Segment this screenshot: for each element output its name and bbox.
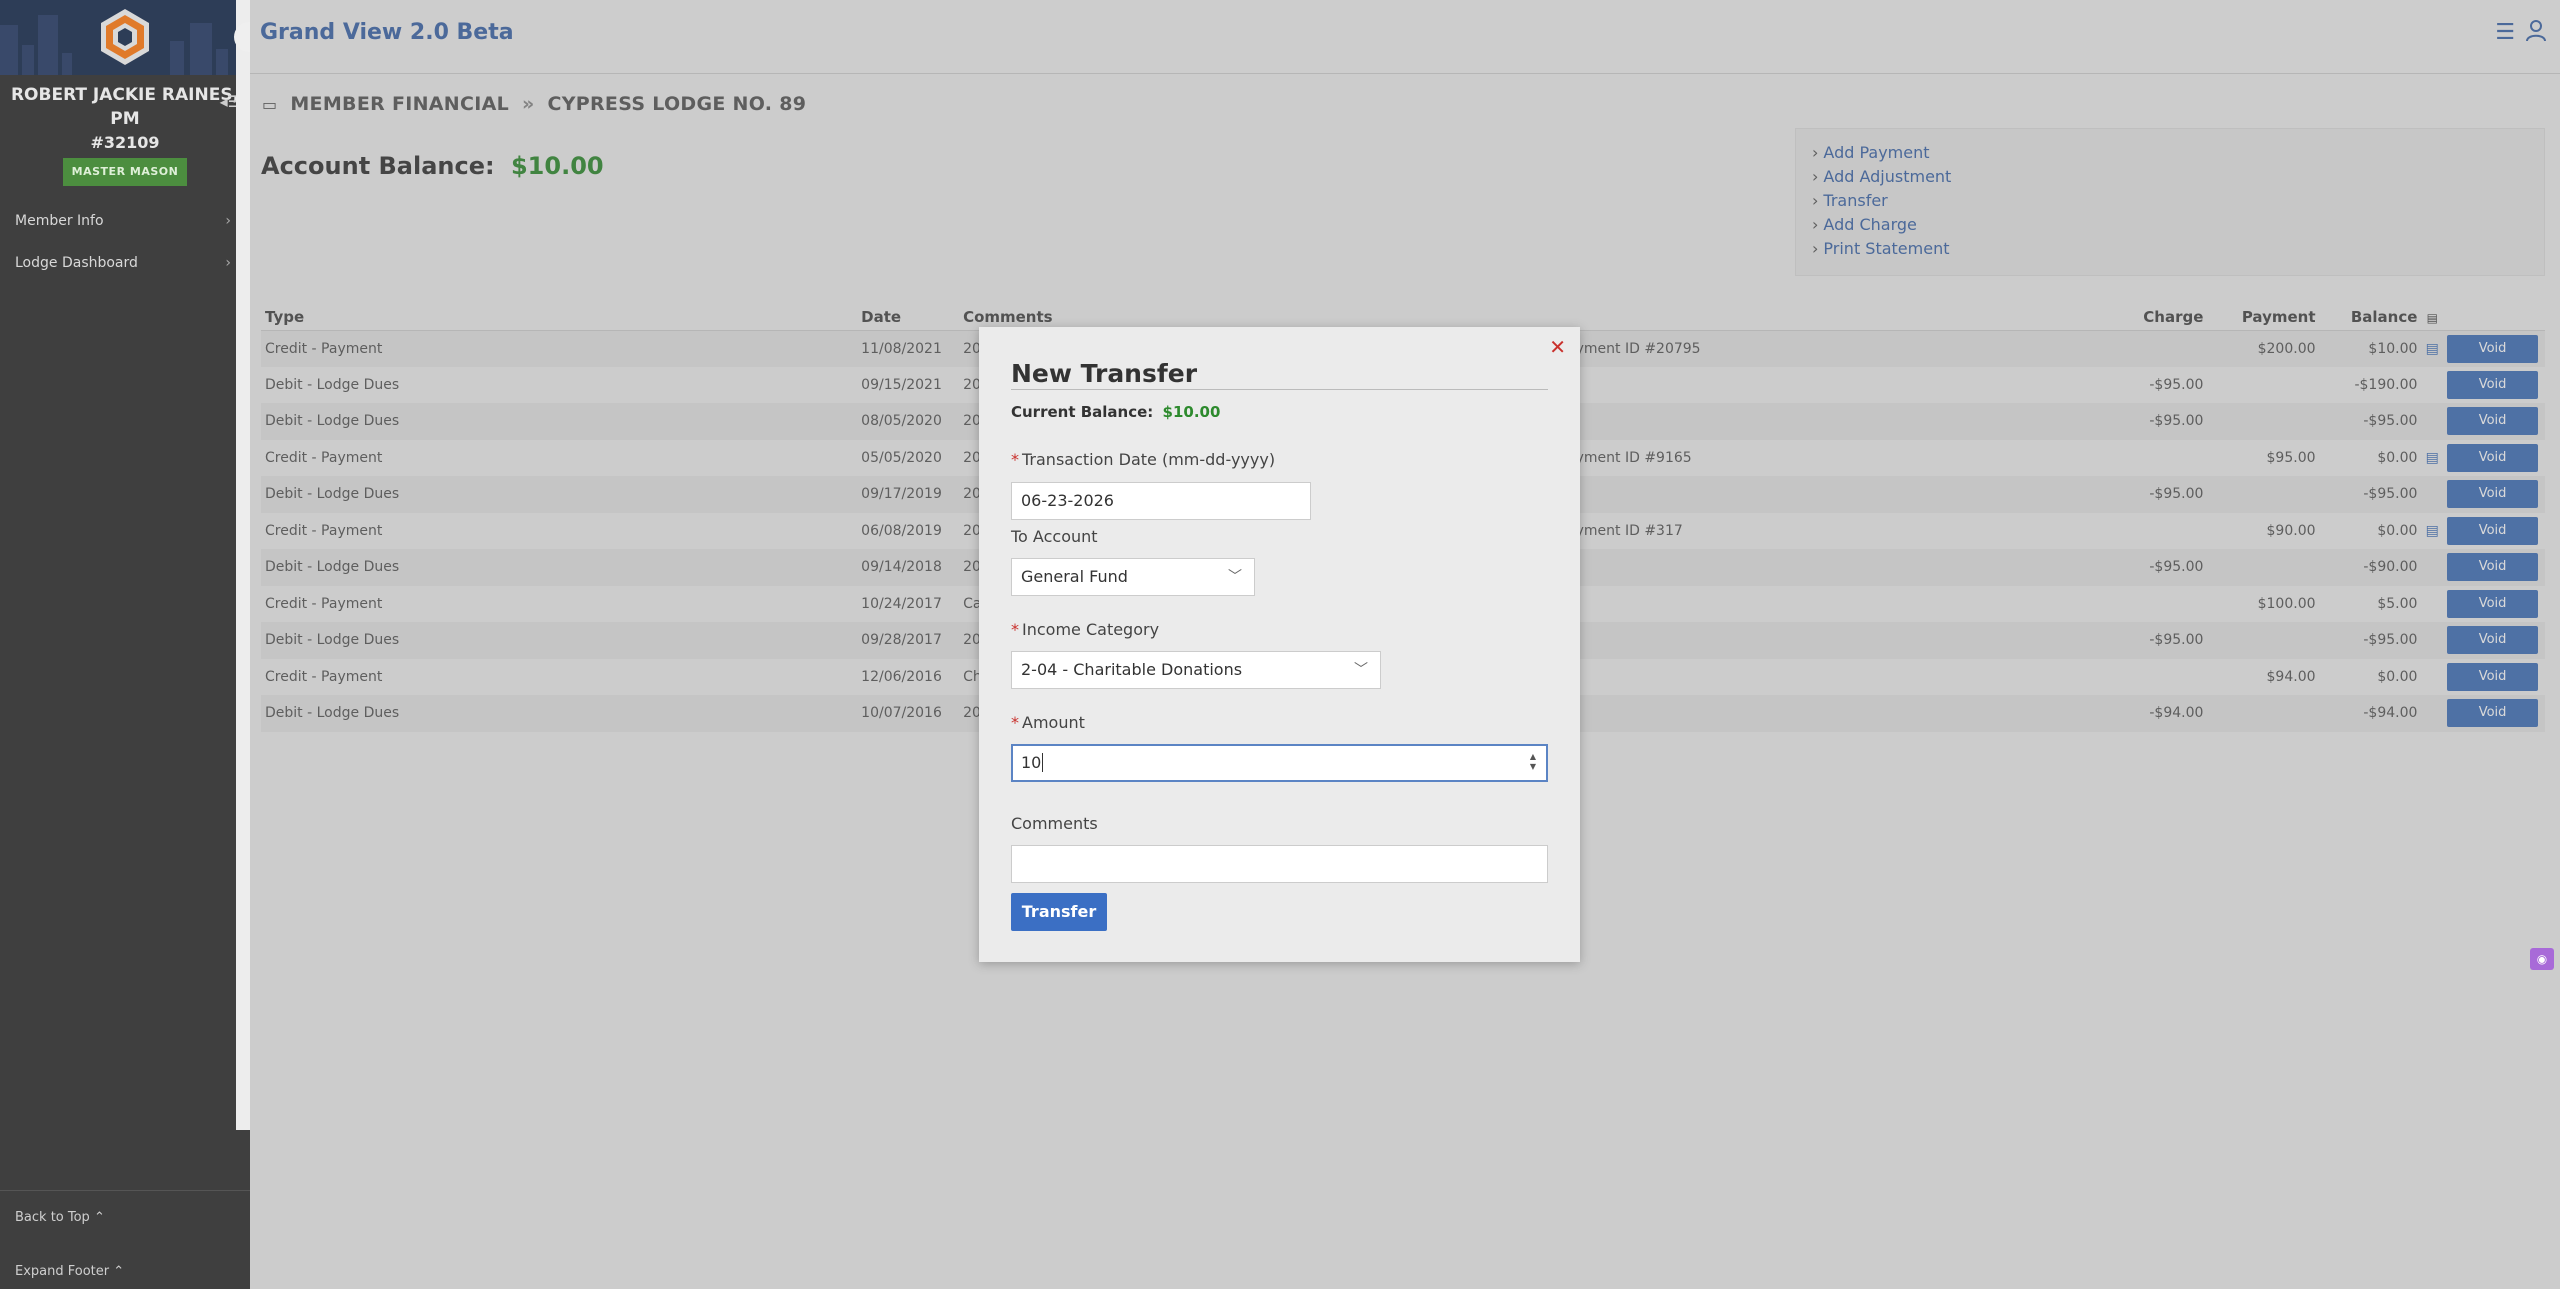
to-account-select[interactable]: General Fund ﹀ (1011, 558, 1255, 596)
member-card: ROBERT JACKIE RAINES, PM #32109 MASTER M… (0, 75, 250, 186)
member-name-line1: ROBERT JACKIE RAINES, (10, 85, 240, 105)
income-category-select[interactable]: 2-04 - Charitable Donations ﹀ (1011, 651, 1381, 689)
sidebar-item-member-info[interactable]: Member Info › (0, 200, 235, 242)
logo-band (0, 0, 250, 75)
current-balance-label: Current Balance: (1011, 403, 1154, 421)
amount-input[interactable]: 10 ▲ ▼ (1011, 744, 1548, 782)
member-number: #32109 (90, 133, 160, 152)
required-mark: * (1011, 713, 1019, 732)
close-icon[interactable]: ✕ (1549, 335, 1566, 359)
sidebar-footer: Back to Top ⌃ Expand Footer ⌃ (0, 1190, 250, 1289)
feedback-widget-icon[interactable]: ◉ (2530, 948, 2554, 970)
sidebar-scroll-gutter (236, 0, 250, 1130)
sidebar-nav: Member Info › Lodge Dashboard › (0, 200, 235, 284)
transfer-submit-button[interactable]: Transfer (1011, 893, 1107, 931)
sidebar-item-lodge-dashboard[interactable]: Lodge Dashboard › (0, 242, 235, 284)
chevron-down-icon: ﹀ (1228, 569, 1242, 585)
required-mark: * (1011, 450, 1019, 469)
chevron-down-icon: ﹀ (1354, 662, 1368, 678)
comments-input[interactable] (1011, 845, 1548, 883)
lodge-logo-icon[interactable] (98, 7, 152, 67)
amount-stepper-icon[interactable]: ▲ ▼ (1530, 752, 1536, 772)
amount-label: * Amount (1011, 713, 1085, 732)
sidebar: ROBERT JACKIE RAINES, PM #32109 MASTER M… (0, 0, 250, 1289)
required-mark: * (1011, 620, 1019, 639)
transaction-date-label: * Transaction Date (mm-dd-yyyy) (1011, 450, 1276, 469)
chevron-right-icon: › (225, 213, 231, 229)
modal-title: New Transfer (1011, 359, 1198, 388)
to-account-label: To Account (1011, 527, 1098, 546)
sidebar-item-label: Member Info (15, 213, 104, 229)
modal-divider (1011, 389, 1548, 390)
member-degree-badge: MASTER MASON (62, 158, 188, 186)
chevron-right-icon: › (225, 255, 231, 271)
current-balance: Current Balance: $10.00 (1011, 403, 1220, 421)
comments-label: Comments (1011, 814, 1098, 833)
sidebar-item-label: Lodge Dashboard (15, 255, 138, 271)
current-balance-value: $10.00 (1162, 403, 1221, 421)
new-transfer-modal: ✕ New Transfer Current Balance: $10.00 *… (979, 327, 1580, 962)
income-category-label: * Income Category (1011, 620, 1160, 639)
expand-footer-link[interactable]: Expand Footer ⌃ (0, 1245, 250, 1289)
transaction-date-input[interactable]: 06-23-2026 (1011, 482, 1311, 520)
member-name-line2: PM (110, 109, 140, 129)
back-to-top-link[interactable]: Back to Top ⌃ (0, 1191, 250, 1245)
